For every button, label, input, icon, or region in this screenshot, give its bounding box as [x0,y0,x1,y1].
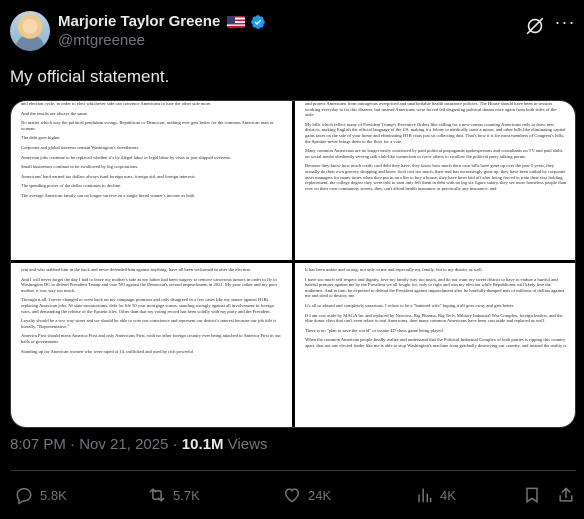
reply-button[interactable]: 5.8K [14,485,67,505]
statement-paragraph: rent and who stabbed him in the back and… [21,267,251,272]
tweet-date[interactable]: Nov 21, 2025 [79,436,168,453]
repost-count: 5.7K [173,487,200,503]
statement-paragraph: Loyalty should be a two way street and w… [21,318,277,329]
divider [10,470,576,471]
author-name-row: Marjorie Taylor Greene [58,13,266,30]
statement-paragraph: America First should mean America First … [21,333,281,344]
heart-icon [284,488,300,503]
statement-paragraph: and election cycle, in order to elect wh… [21,101,212,106]
statement-paragraph: And I will never forget the day I had to… [21,276,278,293]
avatar[interactable] [10,11,50,51]
meta-separator: · [172,436,178,453]
action-bar: 5.8K 5.7K 24K 4K [10,485,576,507]
bookmark-icon [526,487,538,504]
share-icon [559,487,573,502]
reply-icon [16,488,32,505]
statement-paragraph: It's all so absurd and completely unseri… [305,302,515,308]
reply-count: 5.8K [40,487,67,503]
statement-paragraph: Small businesses continue to be swallowe… [21,164,139,170]
views-label: Views [227,436,268,453]
statement-page-1[interactable]: and election cycle, in order to elect wh… [11,101,292,260]
more-options-icon[interactable]: ··· [554,13,576,35]
tweet-text: My official statement. [10,67,170,86]
meta-separator: · [70,436,76,453]
statement-paragraph: And the results are always the same. [21,110,88,116]
statement-paragraph: There is no "plan to save the world" or … [305,327,444,333]
statement-paragraph: Americans' hard earned tax dollars alway… [21,173,196,179]
views-count-small: 4K [440,487,456,503]
statement-paragraph: American jobs continue to be replaced wh… [21,154,232,160]
statement-paragraph: and protect Americans from outrageous ov… [305,101,557,118]
statement-page-3[interactable]: rent and who stabbed him in the back and… [11,263,292,427]
like-button[interactable]: 24K [282,485,331,505]
author-name[interactable]: Marjorie Taylor Greene [58,13,220,30]
like-count: 24K [308,487,332,503]
statement-paragraph: When the common American people finally … [305,337,567,348]
repost-button[interactable]: 5.7K [147,485,200,505]
statement-paragraph: My bills which reflect many of President… [305,121,566,144]
statement-paragraph: Many common Americans are no longer easi… [305,148,563,159]
statement-paragraph: The debt goes higher. [21,135,61,141]
statement-paragraph: Because they know how much credit card d… [305,163,567,191]
grok-icon[interactable] [524,15,546,37]
share-button[interactable] [556,485,576,505]
bookmark-button[interactable] [522,485,542,505]
statement-page-4[interactable]: It has been unfair and wrong, not only t… [295,263,575,427]
views-count: 10.1M [181,436,224,453]
statement-paragraph: The average American family can no longe… [21,192,195,198]
us-flag-icon [227,15,246,28]
statement-paragraph: Standing up for American women who were … [21,348,194,354]
statement-paragraph: Through it all, I never changed or went … [21,297,274,314]
repost-icon [149,488,165,502]
views-button[interactable]: 4K [414,485,456,505]
tweet-meta: 8:07 PM · Nov 21, 2025 · 10.1M Views [10,436,267,453]
verified-badge-icon[interactable] [250,14,266,30]
statement-paragraph: I have too much self respect and dignity… [305,276,565,299]
statement-paragraph: If I am cast aside by MAGA Inc and repla… [305,312,563,324]
statement-paragraph: Corporate and global interests remain Wa… [21,144,140,150]
bar-chart-icon [418,488,432,503]
statement-paragraph: It has been unfair and wrong, not only t… [305,267,483,272]
tweet-header: Marjorie Taylor Greene @mtgreenee ··· [10,9,576,55]
author-handle[interactable]: @mtgreenee [58,32,145,49]
statement-paragraph: The spending power of the dollar continu… [21,183,122,189]
statement-paragraph: No matter which way the political pendul… [21,120,274,131]
statement-page-2[interactable]: and protect Americans from outrageous ov… [295,101,575,260]
tweet-time[interactable]: 8:07 PM [10,436,66,453]
media-grid[interactable]: and election cycle, in order to elect wh… [10,100,576,428]
